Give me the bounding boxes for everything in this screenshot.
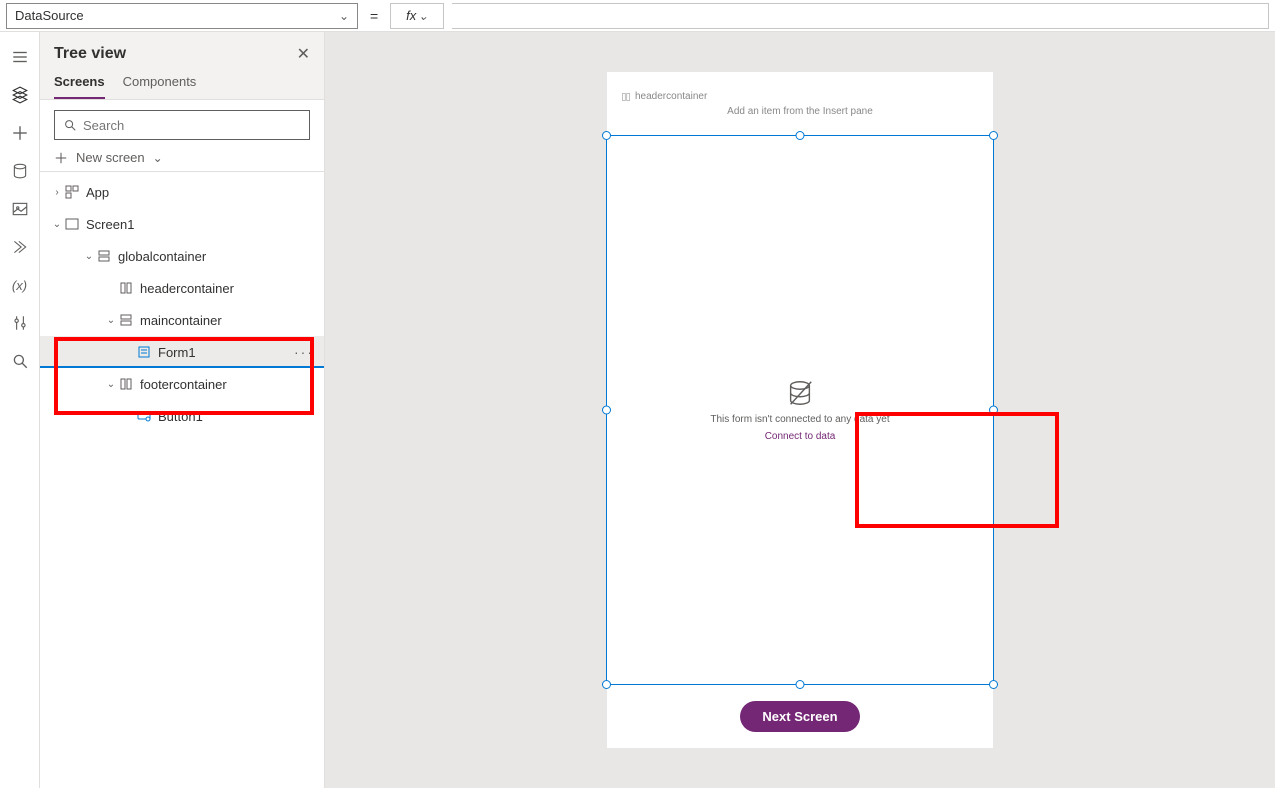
media-icon[interactable] <box>0 190 40 228</box>
tree-title: Tree view <box>54 45 126 63</box>
tree-node-label: globalcontainer <box>118 249 206 264</box>
footer-container: Next Screen <box>607 684 993 748</box>
tree-node-button1[interactable]: Button1 <box>40 400 324 432</box>
tree-node-footercontainer[interactable]: ⌄ footercontainer <box>40 368 324 400</box>
search-box[interactable] <box>54 110 310 140</box>
search-input[interactable] <box>83 118 301 133</box>
left-rail: (x) <box>0 32 40 788</box>
connect-to-data-link[interactable]: Connect to data <box>765 431 836 442</box>
advanced-tools-icon[interactable] <box>0 304 40 342</box>
fx-button[interactable]: fx <box>390 3 444 29</box>
caret-icon: ⌄ <box>82 251 96 262</box>
search-icon <box>63 118 77 132</box>
tree-node-maincontainer[interactable]: ⌄ maincontainer <box>40 304 324 336</box>
form-icon <box>136 344 152 360</box>
formula-input[interactable] <box>452 3 1269 29</box>
main-area: (x) Tree view ✕ Screens Components New s… <box>0 32 1275 788</box>
chevron-down-icon <box>153 150 163 165</box>
insert-icon[interactable] <box>0 114 40 152</box>
caret-icon: ⌄ <box>50 219 64 230</box>
tree-view-icon[interactable] <box>0 76 40 114</box>
tree-node-label: App <box>86 185 109 200</box>
equals-sign: = <box>366 8 382 24</box>
phone-frame: headercontainer Add an item from the Ins… <box>607 72 993 748</box>
button-icon <box>136 408 152 424</box>
new-screen-label: New screen <box>76 150 145 165</box>
caret-icon: ⌄ <box>104 379 118 390</box>
caret-icon: › <box>50 187 64 198</box>
app-icon <box>64 184 80 200</box>
new-screen-button[interactable]: New screen <box>40 144 324 172</box>
form-empty-state: This form isn't connected to any data ye… <box>607 136 993 684</box>
tree-view-panel: Tree view ✕ Screens Components New scree… <box>40 32 325 788</box>
form-empty-message: This form isn't connected to any data ye… <box>710 414 889 425</box>
search-rail-icon[interactable] <box>0 342 40 380</box>
property-dropdown[interactable]: DataSource <box>6 3 358 29</box>
header-container[interactable]: headercontainer Add an item from the Ins… <box>607 72 993 136</box>
fx-label: fx <box>406 8 416 23</box>
tree-node-label: Form1 <box>158 345 196 360</box>
data-icon[interactable] <box>0 152 40 190</box>
canvas: headercontainer Add an item from the Ins… <box>325 32 1275 788</box>
plus-icon <box>54 151 68 165</box>
tree-header: Tree view ✕ <box>40 32 324 68</box>
header-hint: Add an item from the Insert pane <box>727 106 873 117</box>
variables-icon[interactable]: (x) <box>0 266 40 304</box>
more-icon[interactable]: ··· <box>294 344 314 360</box>
tree-node-label: Screen1 <box>86 217 134 232</box>
tree-node-screen1[interactable]: ⌄ Screen1 <box>40 208 324 240</box>
screen-icon <box>64 216 80 232</box>
caret-icon: ⌄ <box>104 315 118 326</box>
main-container-selected[interactable]: This form isn't connected to any data ye… <box>607 136 993 684</box>
chevron-down-icon <box>418 8 428 23</box>
tree-tabs: Screens Components <box>40 68 324 100</box>
tree-node-label: maincontainer <box>140 313 222 328</box>
vertical-container-icon <box>118 312 134 328</box>
tree-node-label: Button1 <box>158 409 203 424</box>
tree-node-label: headercontainer <box>140 281 234 296</box>
database-slash-icon <box>785 378 815 408</box>
power-automate-icon[interactable] <box>0 228 40 266</box>
tree-node-app[interactable]: › App <box>40 176 324 208</box>
close-icon[interactable]: ✕ <box>297 44 310 64</box>
tree-node-headercontainer[interactable]: headercontainer <box>40 272 324 304</box>
property-value: DataSource <box>15 8 84 23</box>
formula-bar: DataSource = fx <box>0 0 1275 32</box>
horizontal-container-icon <box>118 376 134 392</box>
tree-node-label: footercontainer <box>140 377 227 392</box>
header-container-label: headercontainer <box>607 91 707 102</box>
tab-screens[interactable]: Screens <box>54 74 105 99</box>
chevron-down-icon <box>339 8 349 23</box>
vertical-container-icon <box>96 248 112 264</box>
next-screen-button[interactable]: Next Screen <box>740 701 859 732</box>
tree-node-globalcontainer[interactable]: ⌄ globalcontainer <box>40 240 324 272</box>
horizontal-container-icon <box>118 280 134 296</box>
horizontal-container-icon <box>621 92 631 102</box>
hamburger-icon[interactable] <box>0 38 40 76</box>
tree-node-form1[interactable]: Form1 ··· <box>40 336 324 368</box>
tree-list: › App ⌄ Screen1 ⌄ globalcontainer header… <box>40 172 324 788</box>
tab-components[interactable]: Components <box>123 74 197 99</box>
